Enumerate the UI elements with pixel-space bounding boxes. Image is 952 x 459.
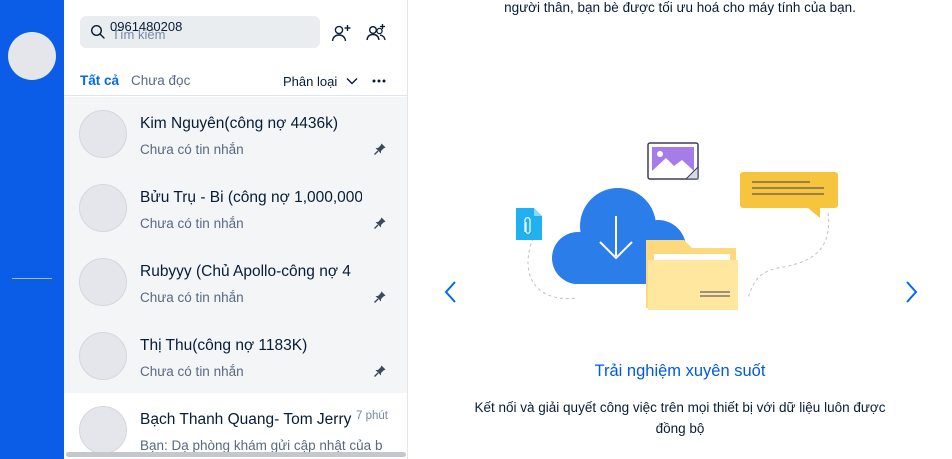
onboarding-area: người thân, bạn bè được tối ưu hoá cho m… [408, 0, 952, 459]
conversation-preview: Chưa có tin nhắn [140, 142, 244, 157]
pin-icon [374, 143, 386, 155]
user-avatar[interactable] [8, 32, 56, 80]
avatar [79, 258, 127, 306]
search-icon [90, 24, 105, 39]
onboarding-intro-text: người thân, bạn bè được tối ưu hoá cho m… [504, 0, 856, 15]
pin-icon [374, 365, 386, 377]
pin-icon [374, 217, 386, 229]
slide-title: Trải nghiệm xuyên suốt [594, 362, 766, 380]
classify-dropdown[interactable]: Phân loại [283, 74, 337, 89]
conversation-preview: Chưa có tin nhắn [140, 216, 244, 231]
conversation-panel: Tìm kiếm 0961480208 Tất cả Chưa đọc Phân… [64, 0, 408, 459]
conversation-item[interactable]: Bửu Trụ - Bi (công nợ 1,000,000 Chưa có … [64, 171, 407, 245]
chat-bubble-icon [740, 172, 838, 218]
conversation-name: Kim Nguyên(công nợ 4436k) [140, 115, 338, 132]
conversation-name: Bạch Thanh Quang- Tom Jerry [140, 411, 352, 428]
image-icon [647, 142, 699, 180]
more-options-icon[interactable] [371, 73, 387, 89]
create-group-icon[interactable] [365, 22, 387, 44]
folder-icon [646, 240, 738, 310]
avatar [79, 110, 127, 158]
search-input[interactable]: 0961480208 [110, 19, 182, 34]
chevron-right-icon[interactable] [902, 279, 920, 305]
tab-all[interactable]: Tất cả [80, 73, 119, 88]
chevron-down-icon[interactable] [345, 74, 359, 88]
conversation-item[interactable]: Kim Nguyên(công nợ 4436k) Chưa có tin nh… [64, 97, 407, 171]
conversation-name: Rubyyy (Chủ Apollo-công nợ 4 [140, 263, 351, 280]
slide-description: Kết nối và giải quyết công việc trên mọi… [474, 400, 886, 436]
conversation-time: 7 phút [356, 410, 388, 422]
sync-illustration [516, 142, 838, 310]
conversation-name: Thị Thu(công nợ 1183K) [140, 337, 308, 354]
conversation-preview: Bạn: Dạ phòng khám gửi cập nhật của b [140, 438, 383, 453]
conversation-item[interactable]: Thị Thu(công nợ 1183K) Chưa có tin nhắn [64, 319, 407, 393]
conversation-preview: Chưa có tin nhắn [140, 364, 244, 379]
nav-rail [0, 0, 64, 459]
avatar [79, 332, 127, 380]
conversation-preview: Chưa có tin nhắn [140, 290, 244, 305]
conversation-item[interactable]: Rubyyy (Chủ Apollo-công nợ 4 Chưa có tin… [64, 245, 407, 319]
filter-bar: Tất cả Chưa đọc Phân loại [64, 64, 407, 96]
conversation-item[interactable]: Bạch Thanh Quang- Tom Jerry 7 phút Bạn: … [64, 393, 407, 459]
add-friend-icon[interactable] [330, 22, 352, 44]
conversation-list: Kim Nguyên(công nợ 4436k) Chưa có tin nh… [64, 97, 407, 459]
avatar [79, 184, 127, 232]
horizontal-scrollbar[interactable] [66, 452, 406, 457]
conversation-name: Bửu Trụ - Bi (công nợ 1,000,000 [140, 189, 362, 206]
chevron-left-icon[interactable] [442, 279, 460, 305]
search-box[interactable]: Tìm kiếm 0961480208 [80, 16, 320, 48]
nav-divider [12, 278, 52, 279]
avatar [79, 406, 127, 454]
document-icon [516, 208, 542, 240]
pin-icon [374, 291, 386, 303]
tab-unread[interactable]: Chưa đọc [131, 73, 190, 88]
